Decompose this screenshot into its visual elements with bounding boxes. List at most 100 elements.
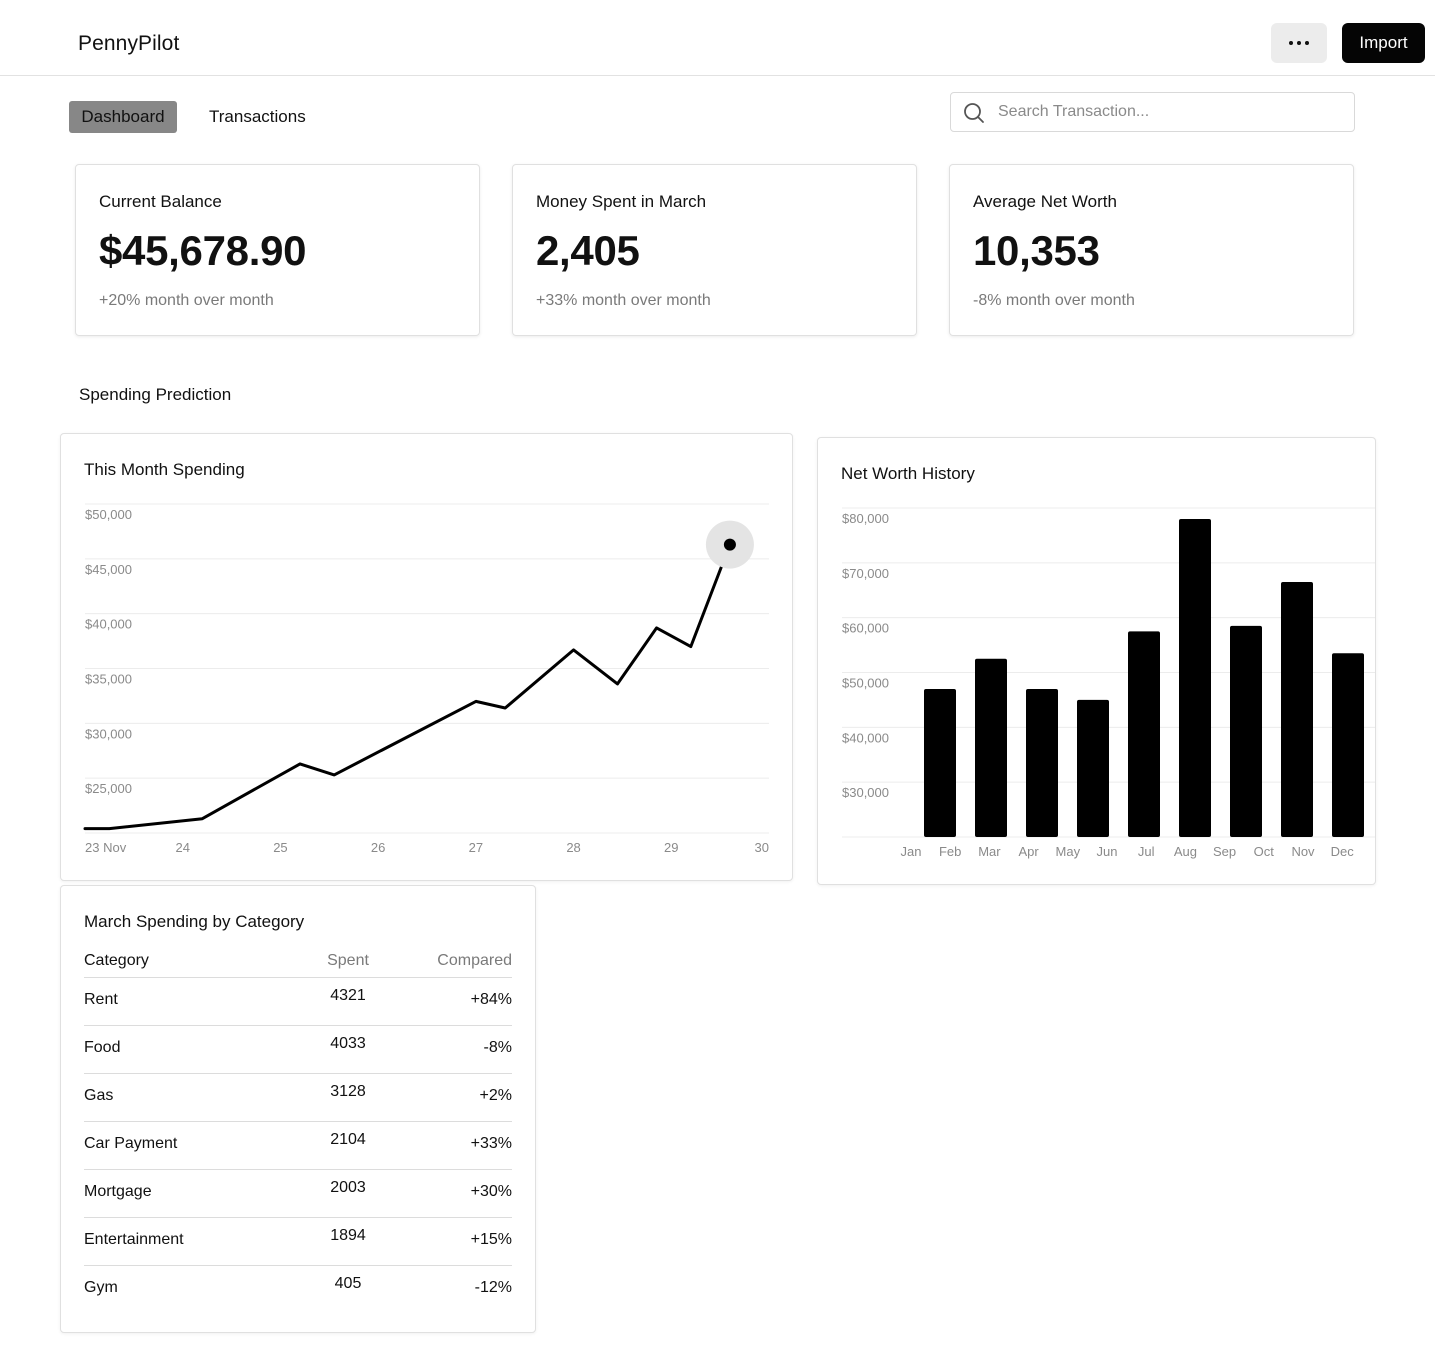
spent-cell: 4321 bbox=[330, 987, 366, 1004]
x-tick-label: May bbox=[1056, 844, 1081, 859]
category-table: Category Spent Compared Rent 4321 +84% F… bbox=[84, 948, 512, 1314]
y-tick-label: $45,000 bbox=[85, 562, 132, 577]
x-tick-label: Jan bbox=[901, 844, 922, 859]
net-worth-history-panel: Net Worth History $80,000 $70,000 $60,000 $… bbox=[817, 437, 1376, 885]
compared-cell: +84% bbox=[470, 991, 512, 1008]
x-tick-label: 27 bbox=[469, 840, 483, 855]
table-row: Car Payment 2104 +33% bbox=[84, 1122, 512, 1170]
tab-transactions[interactable]: Transactions bbox=[209, 101, 306, 133]
x-tick-label: Dec bbox=[1331, 844, 1355, 859]
bar-aug bbox=[1230, 625, 1262, 837]
x-tick-label: Mar bbox=[978, 844, 1001, 859]
this-month-spending-panel: This Month Spending $50,000 $45,000 $40,00… bbox=[60, 433, 793, 881]
y-tick-label: $70,000 bbox=[842, 566, 889, 581]
x-tick-label: 24 bbox=[175, 840, 189, 855]
category-cell: Gym bbox=[84, 1279, 118, 1296]
bar-feb bbox=[924, 688, 956, 837]
spent-cell: 4033 bbox=[330, 1035, 366, 1052]
stat-label: Current Balance bbox=[99, 192, 222, 211]
stat-change: -8% month over month bbox=[973, 292, 1135, 309]
column-header-category: Category bbox=[84, 952, 149, 969]
tab-dashboard[interactable]: Dashboard bbox=[69, 101, 177, 133]
stat-label: Money Spent in March bbox=[536, 192, 707, 211]
table-row: Rent 4321 +84% bbox=[84, 978, 512, 1026]
y-tick-label: $50,000 bbox=[85, 507, 132, 522]
bar-jun bbox=[1128, 631, 1160, 837]
compared-cell: +2% bbox=[479, 1087, 512, 1104]
y-tick-label: $80,000 bbox=[842, 511, 889, 526]
import-button[interactable]: Import bbox=[1342, 23, 1425, 63]
x-tick-label: Apr bbox=[1018, 844, 1039, 859]
category-cell: Mortgage bbox=[84, 1183, 152, 1200]
spent-cell: 405 bbox=[334, 1275, 362, 1292]
bar-may bbox=[1077, 699, 1109, 837]
section-title: Spending Prediction bbox=[79, 385, 232, 404]
x-tick-label: 29 bbox=[664, 840, 678, 855]
y-tick-label: $60,000 bbox=[842, 621, 889, 636]
compared-cell: +15% bbox=[470, 1231, 512, 1248]
y-tick-label: $30,000 bbox=[842, 785, 889, 800]
spent-cell: 2104 bbox=[330, 1131, 366, 1148]
y-tick-label: $40,000 bbox=[85, 617, 132, 632]
category-cell: Car Payment bbox=[84, 1135, 178, 1152]
category-cell: Rent bbox=[84, 991, 118, 1008]
spent-cell: 1894 bbox=[330, 1227, 366, 1244]
x-tick-label: Sep bbox=[1213, 844, 1236, 859]
stat-change: +33% month over month bbox=[536, 292, 711, 309]
compared-cell: -8% bbox=[483, 1039, 512, 1056]
y-tick-label: $30,000 bbox=[85, 726, 132, 741]
x-tick-label: Jun bbox=[1097, 844, 1118, 859]
table-row: Entertainment 1894 +15% bbox=[84, 1218, 512, 1266]
spent-cell: 2003 bbox=[330, 1179, 366, 1196]
spending-line-chart: $50,000 $45,000 $40,000 $35,000 $30,000 $25,0… bbox=[83, 503, 769, 855]
search-icon bbox=[964, 103, 984, 123]
bar-sep bbox=[1281, 582, 1313, 837]
search-box[interactable] bbox=[950, 92, 1355, 132]
x-tick-label: 26 bbox=[371, 840, 385, 855]
compared-cell: -12% bbox=[474, 1279, 512, 1296]
table-row: Food 4033 -8% bbox=[84, 1026, 512, 1074]
top-bar: PennyPilot Import bbox=[0, 0, 1435, 76]
x-tick-label: Oct bbox=[1254, 844, 1275, 859]
y-tick-label: $50,000 bbox=[842, 676, 889, 691]
table-header-row: Category Spent Compared bbox=[84, 948, 512, 978]
stat-value: 10,353 bbox=[973, 227, 1100, 274]
column-header-spent: Spent bbox=[327, 952, 369, 969]
column-header-compared: Compared bbox=[437, 952, 512, 969]
compared-cell: +33% bbox=[470, 1135, 512, 1152]
stat-card-current-balance: Current Balance $45,678.90 +20% month ov… bbox=[75, 164, 480, 336]
category-spending-panel: March Spending by Category Category Spen… bbox=[60, 885, 536, 1333]
data-point-latest bbox=[723, 538, 736, 551]
stat-card-money-spent: Money Spent in March 2,405 +33% month ov… bbox=[512, 164, 917, 336]
spending-series-line bbox=[83, 543, 732, 831]
x-tick-label: 23 Nov bbox=[85, 840, 127, 855]
category-cell: Gas bbox=[84, 1087, 114, 1104]
more-options-button[interactable] bbox=[1271, 23, 1327, 63]
search-input[interactable] bbox=[998, 94, 1338, 130]
app-name: PennyPilot bbox=[78, 32, 180, 55]
y-tick-label: $25,000 bbox=[85, 781, 132, 796]
category-cell: Food bbox=[84, 1039, 121, 1056]
table-row: Mortgage 2003 +30% bbox=[84, 1170, 512, 1218]
stat-change: +20% month over month bbox=[99, 292, 274, 309]
x-tick-label: Aug bbox=[1174, 844, 1197, 859]
stat-card-average-net-worth: Average Net Worth 10,353 -8% month over … bbox=[949, 164, 1354, 336]
spent-cell: 3128 bbox=[330, 1083, 366, 1100]
bar-jul bbox=[1179, 518, 1211, 837]
bar-oct bbox=[1332, 653, 1364, 837]
x-tick-label: 30 bbox=[755, 840, 769, 855]
x-tick-label: 25 bbox=[273, 840, 287, 855]
bar-apr bbox=[1026, 688, 1058, 837]
x-tick-label: Nov bbox=[1291, 844, 1315, 859]
ellipsis-icon bbox=[1289, 41, 1293, 45]
x-tick-label: Feb bbox=[939, 844, 961, 859]
bar-mar bbox=[975, 658, 1007, 837]
stat-value: 2,405 bbox=[536, 227, 640, 274]
category-cell: Entertainment bbox=[84, 1231, 184, 1248]
panel-title: March Spending by Category bbox=[84, 912, 305, 931]
y-tick-label: $40,000 bbox=[842, 730, 889, 745]
table-row: Gym 405 -12% bbox=[84, 1266, 512, 1314]
net-worth-bar-chart: $80,000 $70,000 $60,000 $50,000 $40,000 $30,0… bbox=[842, 507, 1375, 859]
x-tick-label: Jul bbox=[1138, 844, 1155, 859]
table-row: Gas 3128 +2% bbox=[84, 1074, 512, 1122]
